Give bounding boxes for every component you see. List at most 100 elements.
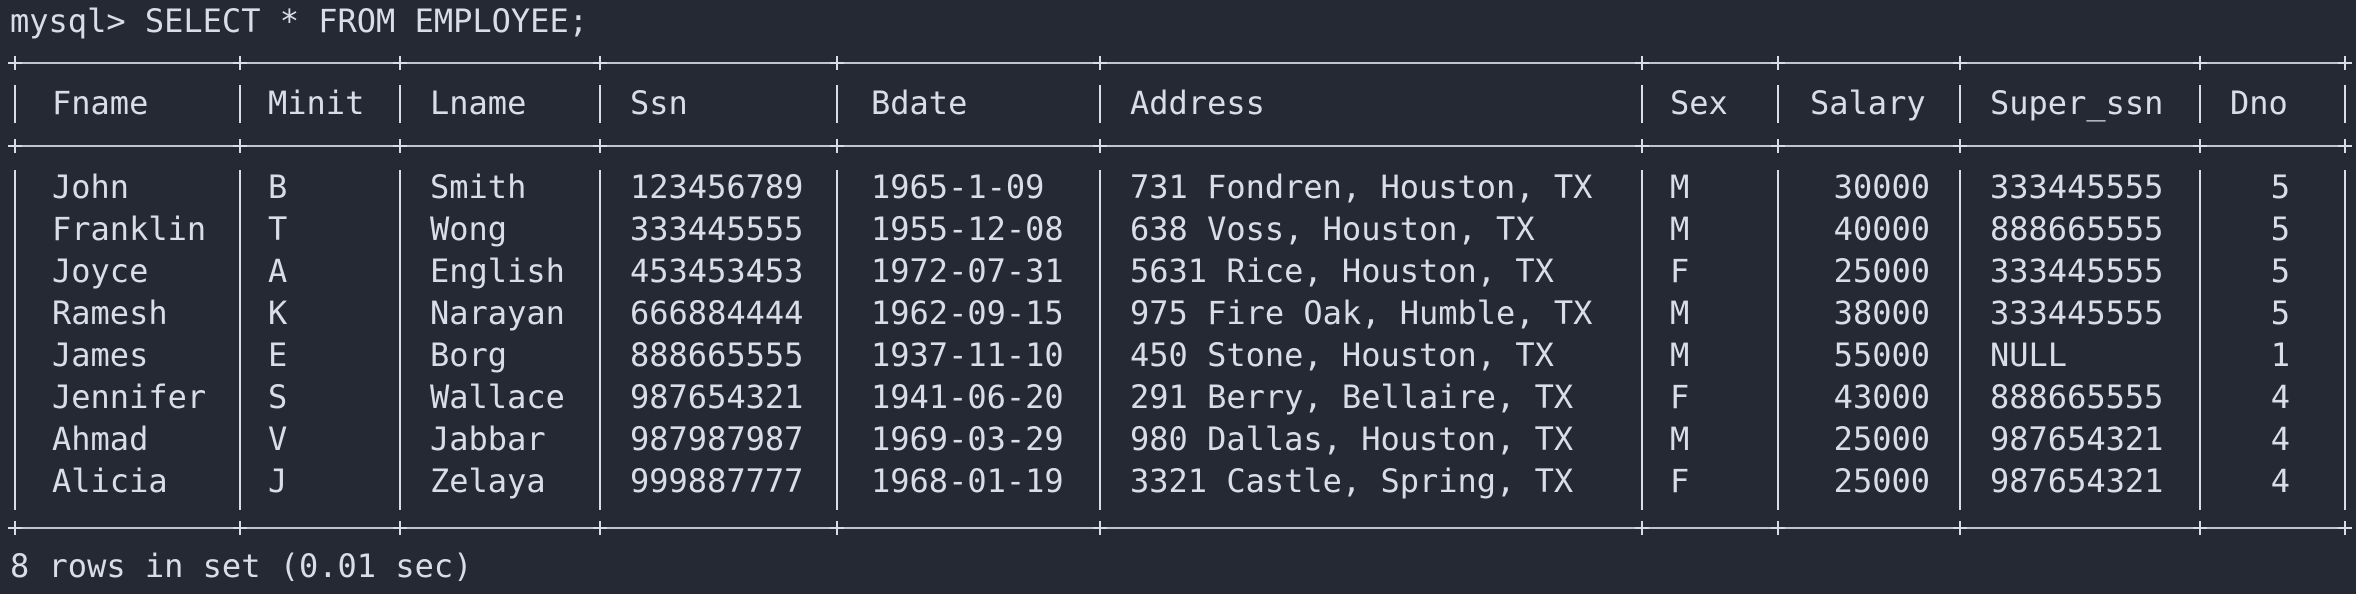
border-joint	[1953, 521, 1967, 535]
border-joint	[830, 521, 844, 535]
border-joint	[593, 56, 607, 70]
column-header-fname: Fname	[52, 84, 149, 122]
border-joint	[1953, 56, 1967, 70]
table-cell: Joyce	[52, 252, 149, 290]
table-cell: 4	[2270, 462, 2290, 500]
column-header-minit: Minit	[268, 84, 365, 122]
column-separator	[2199, 85, 2201, 123]
column-separator	[1777, 170, 1779, 510]
table-cell: 25000	[1833, 252, 1930, 290]
border-joint	[2338, 56, 2352, 70]
table-cell: Wong	[430, 210, 508, 248]
table-cell: 5	[2270, 168, 2290, 206]
table-cell: 987654321	[1990, 420, 2164, 458]
table-cell: 5	[2270, 294, 2290, 332]
column-separator	[1959, 85, 1961, 123]
table-cell: V	[268, 420, 288, 458]
table-cell: Jabbar	[430, 420, 546, 458]
table-cell: 1962-09-15	[871, 294, 1064, 332]
table-cell: 5631 Rice, Houston, TX	[1130, 252, 1554, 290]
table-cell: F	[1670, 462, 1690, 500]
column-separator	[239, 85, 241, 123]
sql-command: SELECT * FROM EMPLOYEE;	[144, 2, 588, 40]
table-cell: John	[52, 168, 130, 206]
table-cell: 666884444	[630, 294, 804, 332]
table-cell: Zelaya	[430, 462, 546, 500]
border-joint	[1771, 56, 1785, 70]
border-joint	[1635, 139, 1649, 153]
column-header-salary: Salary	[1810, 84, 1926, 122]
border-joint	[233, 56, 247, 70]
table-cell: 1941-06-20	[871, 378, 1064, 416]
table-cell: 3321 Castle, Spring, TX	[1130, 462, 1574, 500]
border-joint	[830, 139, 844, 153]
column-header-dno: Dno	[2230, 84, 2288, 122]
table-cell: T	[268, 210, 288, 248]
column-separator	[399, 170, 401, 510]
table-cell: 123456789	[630, 168, 804, 206]
table-cell: B	[268, 168, 288, 206]
border-joint	[2338, 139, 2352, 153]
column-header-address: Address	[1130, 84, 1265, 122]
table-cell: 30000	[1833, 168, 1930, 206]
terminal-window[interactable]: mysql> SELECT * FROM EMPLOYEE; Fname Mini…	[0, 0, 2356, 594]
table-cell: 1968-01-19	[871, 462, 1064, 500]
border-joint	[1093, 521, 1107, 535]
border-joint	[393, 521, 407, 535]
table-cell: 987987987	[630, 420, 804, 458]
column-separator	[2344, 85, 2346, 123]
table-cell: 1	[2270, 336, 2290, 374]
border-joint	[8, 139, 22, 153]
table-cell: J	[268, 462, 288, 500]
table-cell: 980 Dallas, Houston, TX	[1130, 420, 1574, 458]
column-separator	[1641, 170, 1643, 510]
border-joint	[1635, 56, 1649, 70]
table-cell: 333445555	[1990, 252, 2164, 290]
border-joint	[393, 139, 407, 153]
table-cell: 55000	[1833, 336, 1930, 374]
table-cell: Ramesh	[52, 294, 168, 332]
result-footer: 8 rows in set (0.01 sec)	[10, 547, 473, 585]
table-cell: 38000	[1833, 294, 1930, 332]
border-joint	[1771, 139, 1785, 153]
table-cell: 1972-07-31	[871, 252, 1064, 290]
border-joint	[593, 139, 607, 153]
table-cell: 333445555	[1990, 294, 2164, 332]
table-cell: 291 Berry, Bellaire, TX	[1130, 378, 1574, 416]
table-cell: NULL	[1990, 336, 2068, 374]
table-cell: 43000	[1833, 378, 1930, 416]
table-cell: K	[268, 294, 288, 332]
table-cell: Ahmad	[52, 420, 149, 458]
table-cell: M	[1670, 210, 1690, 248]
table-cell: 888665555	[630, 336, 804, 374]
column-header-super-ssn: Super_ssn	[1990, 84, 2164, 122]
table-cell: S	[268, 378, 288, 416]
table-cell: 731 Fondren, Houston, TX	[1130, 168, 1593, 206]
table-cell: 888665555	[1990, 378, 2164, 416]
table-cell: 333445555	[1990, 168, 2164, 206]
table-border-line	[15, 527, 2345, 529]
border-joint	[1635, 521, 1649, 535]
table-cell: M	[1670, 336, 1690, 374]
table-cell: 999887777	[630, 462, 804, 500]
column-header-sex: Sex	[1670, 84, 1728, 122]
table-cell: 1965-1-09	[871, 168, 1045, 206]
table-cell: 25000	[1833, 420, 1930, 458]
table-cell: Narayan	[430, 294, 565, 332]
border-joint	[1093, 56, 1107, 70]
table-cell: Jennifer	[52, 378, 207, 416]
border-joint	[1771, 521, 1785, 535]
table-cell: 975 Fire Oak, Humble, TX	[1130, 294, 1593, 332]
table-cell: James	[52, 336, 149, 374]
table-cell: 638 Voss, Houston, TX	[1130, 210, 1535, 248]
table-cell: M	[1670, 420, 1690, 458]
border-joint	[8, 56, 22, 70]
table-cell: Smith	[430, 168, 527, 206]
table-cell: Wallace	[430, 378, 565, 416]
border-joint	[593, 521, 607, 535]
table-cell: 987654321	[630, 378, 804, 416]
table-cell: M	[1670, 168, 1690, 206]
column-header-bdate: Bdate	[871, 84, 968, 122]
table-cell: English	[430, 252, 565, 290]
table-cell: 5	[2270, 252, 2290, 290]
